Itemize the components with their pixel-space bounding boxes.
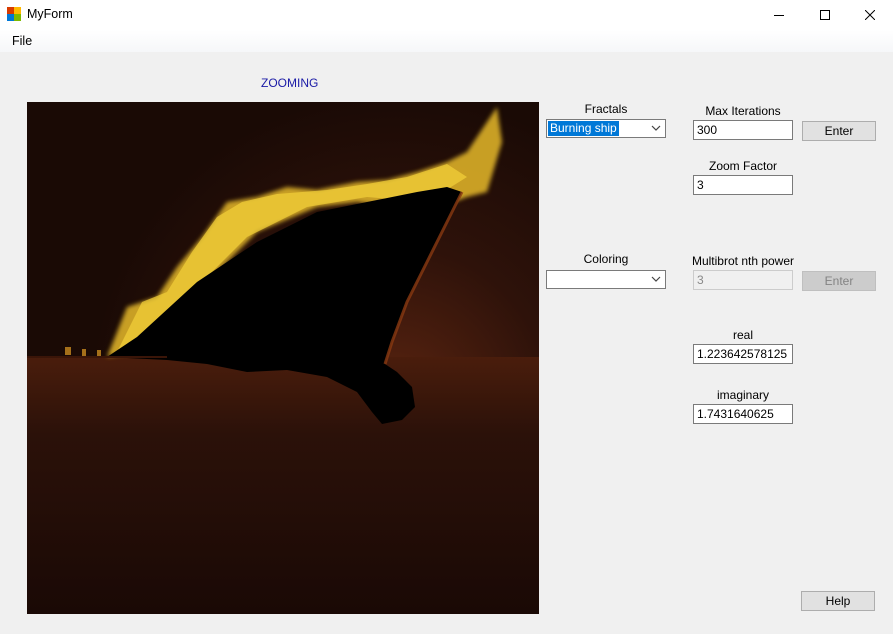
multibrot-enter-button[interactable]: Enter [802,271,876,291]
maximize-icon [820,10,830,20]
minimize-button[interactable] [756,0,802,30]
menu-bar: File [0,30,893,52]
coloring-dropdown[interactable] [546,270,666,289]
title-bar: MyForm [0,0,893,30]
app-icon [7,7,21,21]
fractals-selected: Burning ship [548,121,619,136]
imaginary-label: imaginary [716,388,770,402]
close-button[interactable] [847,0,893,30]
help-button[interactable]: Help [801,591,875,611]
status-label: ZOOMING [261,76,319,90]
fractal-image [27,102,539,614]
chevron-down-icon [651,125,661,131]
fractals-label: Fractals [584,102,628,116]
minimize-icon [774,15,784,16]
coloring-label: Coloring [583,252,629,266]
close-icon [865,10,875,20]
multibrot-label: Multibrot nth power [691,254,795,268]
fractals-dropdown[interactable]: Burning ship [546,119,666,138]
real-input[interactable] [693,344,793,364]
fractal-canvas[interactable] [27,102,539,614]
real-label: real [732,328,753,342]
chevron-down-icon [651,276,661,282]
multibrot-input[interactable] [693,270,793,290]
max-iterations-input[interactable] [693,120,793,140]
menu-file[interactable]: File [7,33,37,49]
maximize-button[interactable] [802,0,848,30]
zoom-factor-label: Zoom Factor [708,159,777,173]
imaginary-input[interactable] [693,404,793,424]
window-title: MyForm [27,7,73,21]
max-iterations-enter-button[interactable]: Enter [802,121,876,141]
max-iterations-label: Max Iterations [705,104,781,118]
zoom-factor-input[interactable] [693,175,793,195]
